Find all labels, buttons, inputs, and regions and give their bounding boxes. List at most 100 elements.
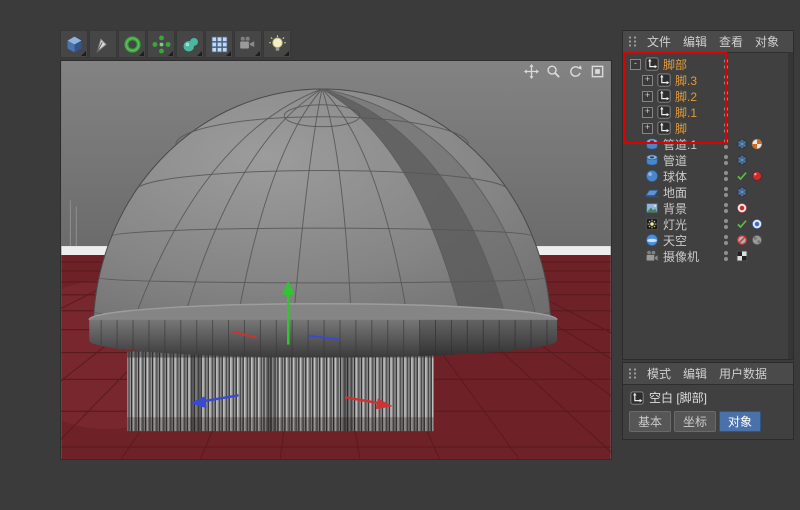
leg-cylinders[interactable] (127, 352, 433, 432)
menu-view[interactable]: 查看 (713, 33, 749, 50)
object-label: 脚.3 (675, 72, 697, 89)
object-row-guandao[interactable]: 管道 (623, 152, 793, 168)
spline-primitive-tool-button[interactable] (118, 30, 146, 58)
object-tags (736, 186, 748, 198)
expand-collapse-toggle[interactable]: + (642, 91, 653, 102)
sky-object-icon (645, 233, 659, 247)
camera-tool-button[interactable] (234, 30, 262, 58)
menu-edit[interactable]: 编辑 (677, 33, 713, 50)
light-bulb-icon (267, 34, 288, 55)
object-row-guandao1[interactable]: 管道.1 (623, 136, 793, 152)
cube-icon (64, 34, 85, 55)
visibility-dots[interactable] (724, 251, 728, 261)
object-row-qiuti[interactable]: 球体 (623, 168, 793, 184)
expand-collapse-toggle[interactable]: + (642, 75, 653, 86)
menu-file[interactable]: 文件 (641, 33, 677, 50)
object-label: 脚部 (663, 56, 687, 73)
object-row-jiaobu[interactable]: - 脚部 (623, 56, 793, 72)
checker-dark-tag-icon[interactable] (736, 250, 748, 262)
object-row-jiao1[interactable]: + 脚.1 (623, 104, 793, 120)
tab-coordinates[interactable]: 坐标 (674, 411, 716, 432)
phong-tag-icon[interactable] (736, 154, 748, 166)
visibility-dots[interactable] (724, 171, 728, 181)
tab-basic[interactable]: 基本 (629, 411, 671, 432)
object-tags (736, 154, 748, 166)
panel-grip-icon[interactable] (627, 35, 638, 48)
object-row-dengguang[interactable]: 灯光 (623, 216, 793, 232)
object-label: 管道 (663, 152, 687, 169)
selected-object-header: 空白 [脚部] (623, 385, 793, 408)
expand-collapse-toggle[interactable]: + (642, 107, 653, 118)
background-object-icon (645, 201, 659, 215)
object-label: 球体 (663, 168, 687, 185)
expand-collapse-toggle[interactable]: - (630, 59, 641, 70)
maximize-icon[interactable] (590, 64, 605, 79)
checker-material-tag-icon[interactable] (751, 138, 763, 150)
visibility-dots[interactable] (724, 203, 728, 213)
object-row-jiao3[interactable]: + 脚.3 (623, 72, 793, 88)
cube-tool-button[interactable] (60, 30, 88, 58)
array-icon (151, 34, 172, 55)
light-object-icon (645, 217, 659, 231)
sphere-object-icon (645, 169, 659, 183)
object-label: 背景 (663, 200, 687, 217)
visibility-dots[interactable] (724, 107, 728, 117)
torus-icon (122, 34, 143, 55)
visibility-dots[interactable] (724, 59, 728, 69)
tab-object[interactable]: 对象 (719, 411, 761, 432)
viewport-3d-scene[interactable] (61, 61, 611, 459)
visibility-dots[interactable] (724, 123, 728, 133)
object-label: 脚.2 (675, 88, 697, 105)
null-object-icon (657, 73, 671, 87)
object-tags (736, 218, 763, 230)
object-label: 摄像机 (663, 248, 699, 265)
blue-target-material-tag-icon[interactable] (751, 218, 763, 230)
grid-array-tool-button[interactable] (205, 30, 233, 58)
metaball-tool-button[interactable] (176, 30, 204, 58)
visibility-dots[interactable] (724, 139, 728, 149)
scrollbar[interactable] (788, 52, 793, 359)
object-tree: - 脚部 + 脚.3 + 脚.2 + 脚.1 (623, 53, 793, 264)
visibility-dots[interactable] (724, 219, 728, 229)
visibility-dots[interactable] (724, 75, 728, 85)
zoom-icon[interactable] (546, 64, 561, 79)
object-row-beijing[interactable]: 背景 (623, 200, 793, 216)
pan-icon[interactable] (524, 64, 539, 79)
prohibited-icon[interactable] (736, 234, 748, 246)
camera-object-icon (645, 249, 659, 263)
pen-tool-button[interactable] (89, 30, 117, 58)
object-label: 脚 (675, 120, 687, 137)
menu-edit[interactable]: 编辑 (677, 365, 713, 382)
red-material-tag-icon[interactable] (751, 170, 763, 182)
object-manager-panel: 文件 编辑 查看 对象 - 脚部 + 脚.3 + 脚.2 (622, 30, 794, 360)
panel-grip-icon[interactable] (627, 367, 638, 380)
visibility-dots[interactable] (724, 155, 728, 165)
visibility-dots[interactable] (724, 91, 728, 101)
red-target-material-tag-icon[interactable] (736, 202, 748, 214)
menu-mode[interactable]: 模式 (641, 365, 677, 382)
object-row-jiao[interactable]: + 脚 (623, 120, 793, 136)
object-row-jiao2[interactable]: + 脚.2 (623, 88, 793, 104)
object-label: 管道.1 (663, 136, 697, 153)
object-tags (736, 138, 763, 150)
object-label: 天空 (663, 232, 687, 249)
object-row-dimian[interactable]: 地面 (623, 184, 793, 200)
array-tool-button[interactable] (147, 30, 175, 58)
menu-user-data[interactable]: 用户数据 (713, 365, 773, 382)
visibility-dots[interactable] (724, 235, 728, 245)
object-row-shexiangji[interactable]: 摄像机 (623, 248, 793, 264)
attribute-tabs: 基本 坐标 对象 (623, 408, 793, 435)
expand-collapse-toggle[interactable]: + (642, 123, 653, 134)
menu-objects[interactable]: 对象 (749, 33, 785, 50)
rotate-icon[interactable] (568, 64, 583, 79)
check-icon[interactable] (736, 170, 748, 182)
light-tool-button[interactable] (263, 30, 291, 58)
pen-icon (93, 34, 114, 55)
check-icon[interactable] (736, 218, 748, 230)
gray-material-tag-icon[interactable] (751, 234, 763, 246)
phong-tag-icon[interactable] (736, 138, 748, 150)
object-row-tiankong[interactable]: 天空 (623, 232, 793, 248)
phong-tag-icon[interactable] (736, 186, 748, 198)
viewport-3d[interactable] (60, 60, 612, 460)
visibility-dots[interactable] (724, 187, 728, 197)
